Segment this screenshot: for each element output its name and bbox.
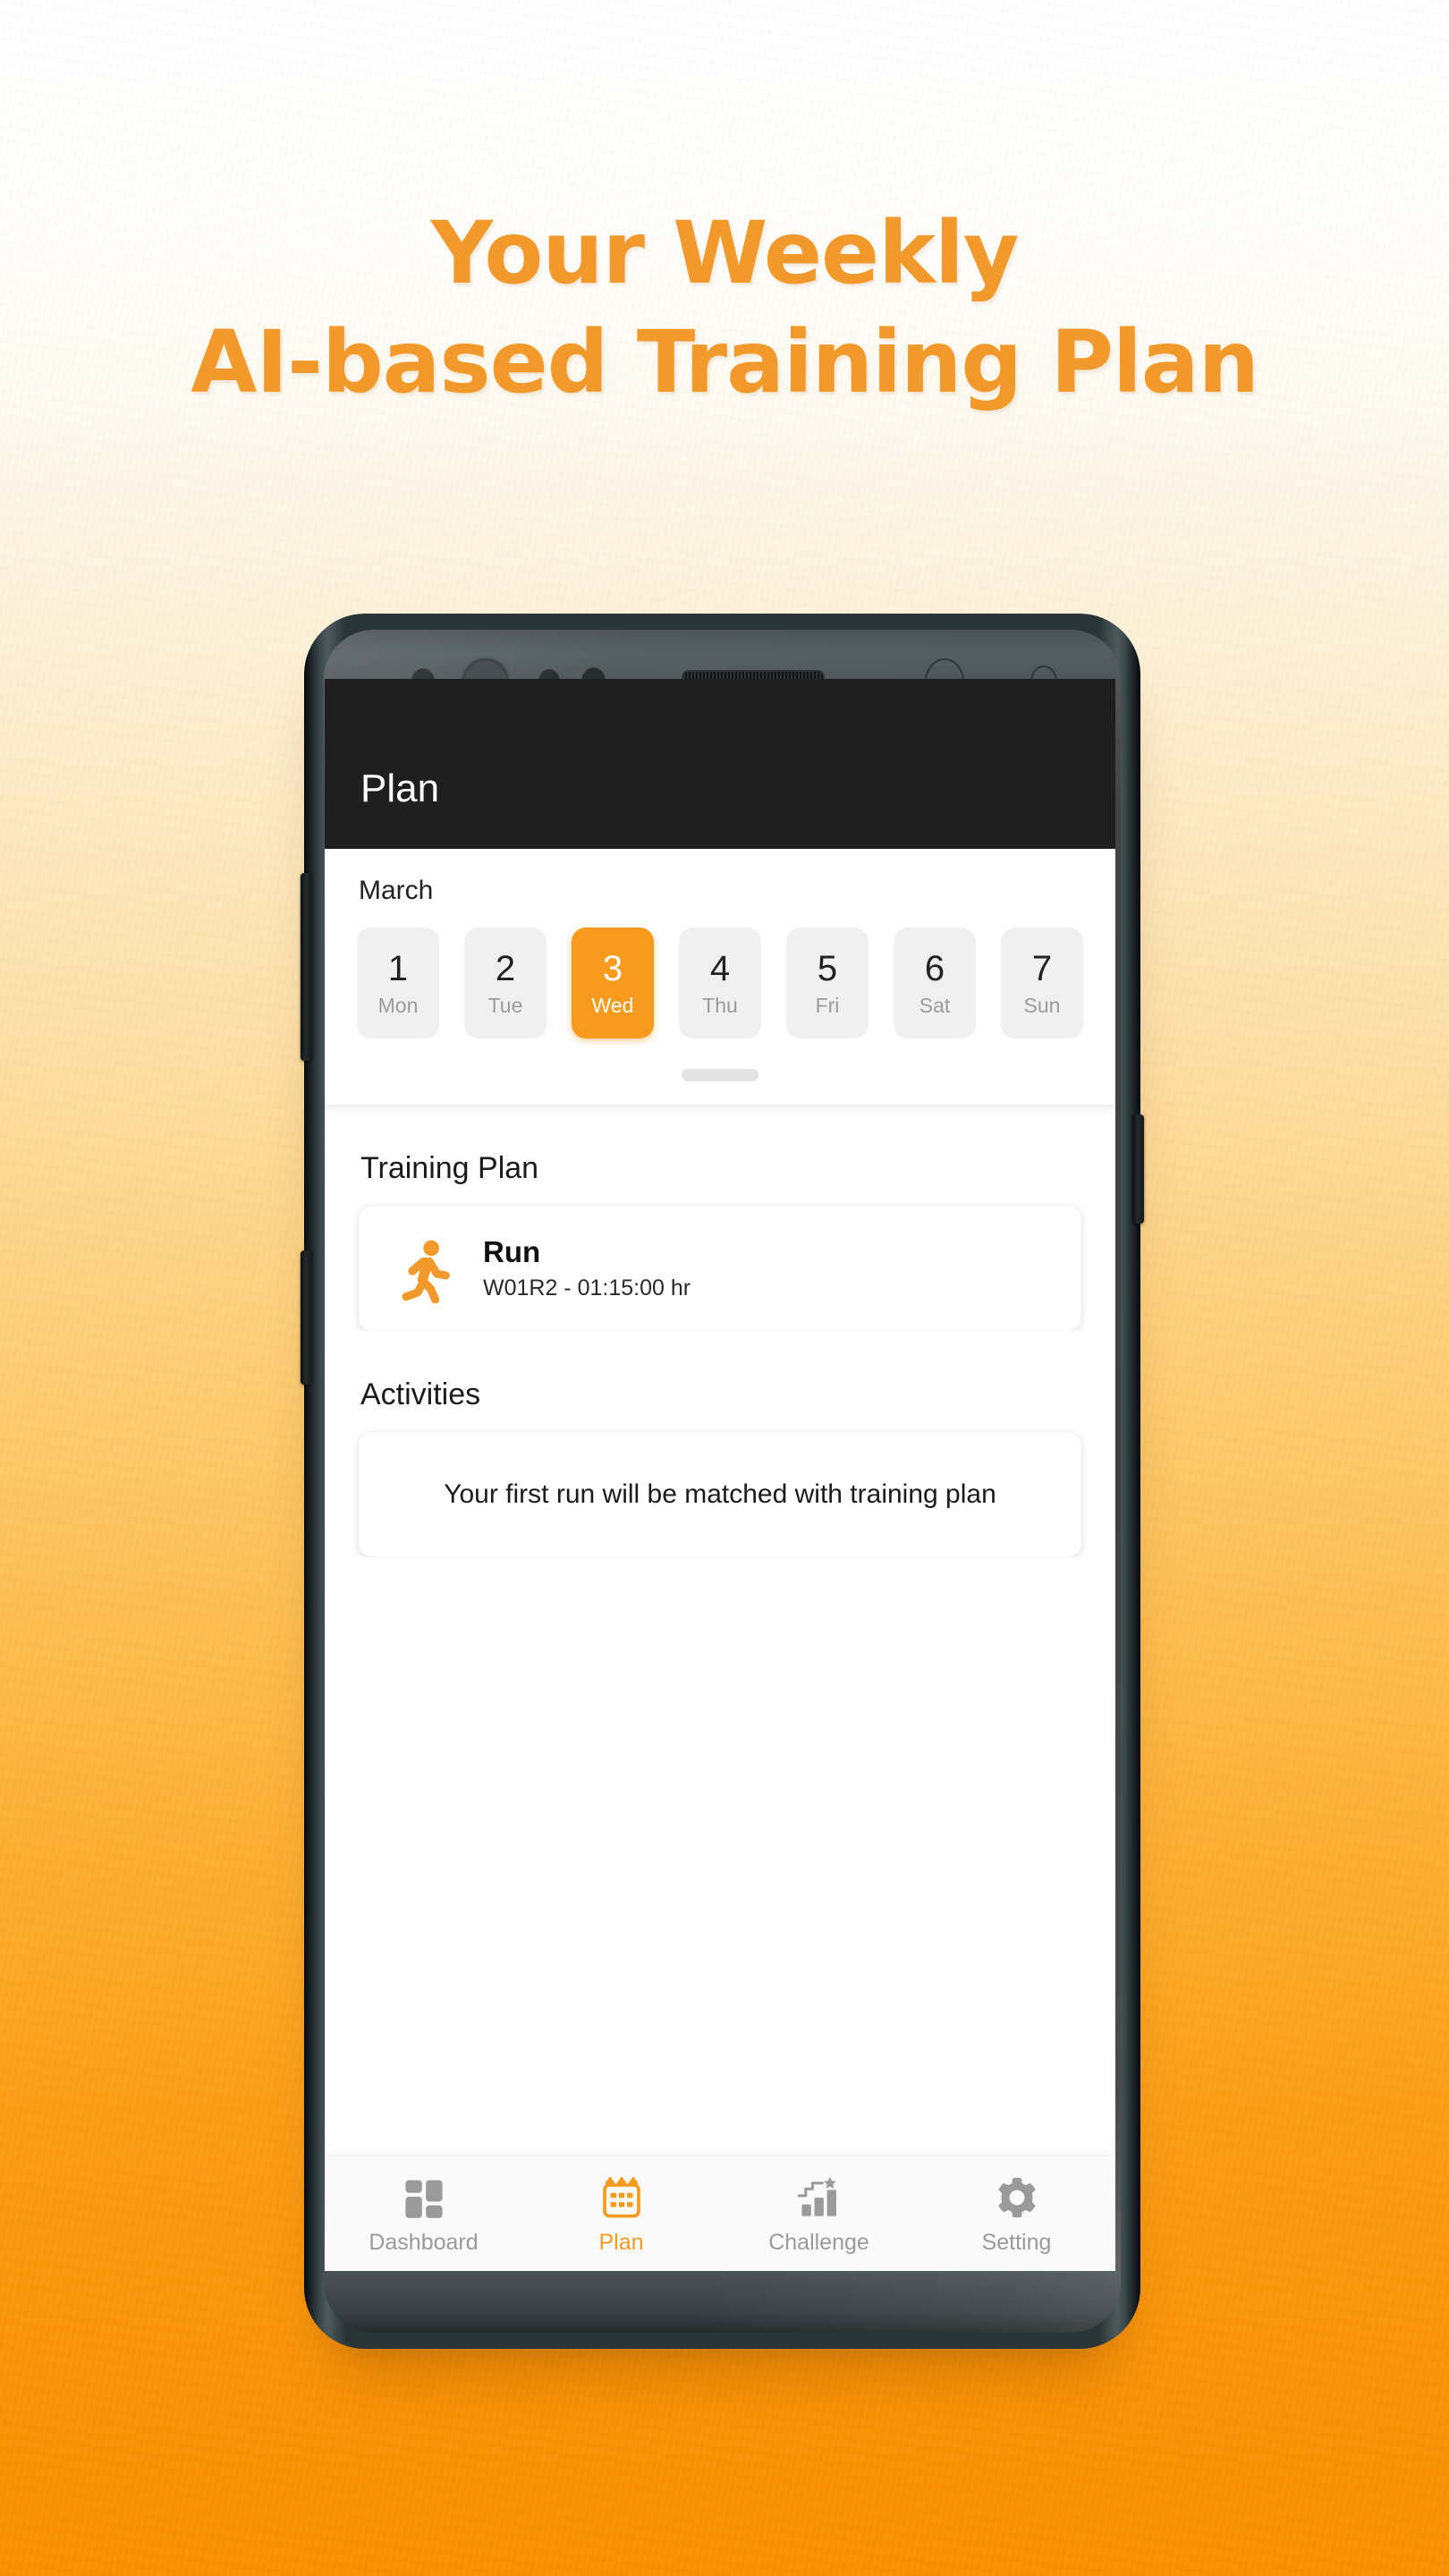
calendar-day-thu[interactable]: 4 Thu <box>679 928 761 1038</box>
training-plan-item-text: Run W01R2 - 01:15:00 hr <box>483 1237 691 1300</box>
volume-up-button[interactable] <box>301 873 312 1061</box>
calendar-day-weekday: Fri <box>815 993 840 1017</box>
calendar-day-number: 2 <box>495 948 516 988</box>
nav-tab-label: Dashboard <box>369 2229 479 2255</box>
drag-handle[interactable] <box>682 1069 758 1081</box>
calendar-day-fri[interactable]: 5 Fri <box>786 928 869 1038</box>
nav-tab-plan[interactable]: Plan <box>522 2157 720 2271</box>
calendar-day-weekday: Sun <box>1023 993 1061 1017</box>
phone-screen: Plan March 1 Mon 2 Tue 3 Wed 4 Thu 5 Fri… <box>325 679 1115 2271</box>
training-plan-item-title: Run <box>483 1235 541 1268</box>
nav-tab-dashboard[interactable]: Dashboard <box>325 2157 522 2271</box>
calendar-icon <box>598 2174 645 2221</box>
activities-empty-card: Your first run will be matched with trai… <box>359 1432 1081 1557</box>
training-plan-title: Training Plan <box>360 1151 539 1185</box>
volume-down-button[interactable] <box>301 1250 312 1385</box>
promo-headline: Your Weekly AI-based Training Plan <box>0 210 1449 405</box>
app-bar-title: Plan <box>360 767 440 810</box>
training-plan-item-subtitle: W01R2 - 01:15:00 hr <box>483 1275 691 1301</box>
nav-tab-challenge[interactable]: Challenge <box>720 2157 918 2271</box>
bar-chart-star-icon <box>796 2174 843 2221</box>
calendar-day-weekday: Wed <box>591 993 634 1017</box>
activities-title: Activities <box>360 1377 481 1411</box>
calendar-card: March 1 Mon 2 Tue 3 Wed 4 Thu 5 Fri 6 Sa… <box>325 849 1115 1105</box>
nav-tab-label: Plan <box>598 2229 644 2255</box>
calendar-day-weekday: Sat <box>919 993 951 1017</box>
bottom-navigation-bar: Dashboard Plan Challenge Setting <box>325 2157 1115 2271</box>
calendar-day-number: 5 <box>817 948 838 988</box>
calendar-day-weekday: Thu <box>702 993 738 1017</box>
calendar-day-mon[interactable]: 1 Mon <box>357 928 439 1038</box>
calendar-day-strip[interactable]: 1 Mon 2 Tue 3 Wed 4 Thu 5 Fri 6 Sat 7 Su… <box>325 906 1115 1038</box>
calendar-day-wed-selected[interactable]: 3 Wed <box>572 928 654 1038</box>
calendar-day-number: 1 <box>387 948 409 988</box>
power-button[interactable] <box>1132 1114 1144 1224</box>
training-plan-section: Training Plan Run W01R2 - 01:15:00 hr <box>325 1105 1115 1331</box>
calendar-day-number: 6 <box>924 948 945 988</box>
promo-headline-line2: AI-based Training Plan <box>191 312 1259 412</box>
calendar-day-tue[interactable]: 2 Tue <box>464 928 547 1038</box>
activities-section: Activities Your first run will be matche… <box>325 1331 1115 1557</box>
app-bar: Plan <box>325 679 1115 849</box>
dashboard-grid-icon <box>401 2174 447 2221</box>
nav-tab-setting[interactable]: Setting <box>918 2157 1115 2271</box>
training-plan-item[interactable]: Run W01R2 - 01:15:00 hr <box>359 1206 1081 1331</box>
gear-icon <box>994 2174 1040 2221</box>
content-filler <box>325 1557 1115 2157</box>
calendar-day-sun[interactable]: 7 Sun <box>1001 928 1083 1038</box>
nav-tab-label: Setting <box>981 2229 1052 2255</box>
calendar-day-number: 3 <box>602 948 623 988</box>
calendar-drag-row <box>325 1038 1115 1105</box>
calendar-day-number: 4 <box>709 948 731 988</box>
promo-headline-line1: Your Weekly <box>430 203 1020 303</box>
running-figure-icon <box>388 1233 458 1304</box>
calendar-day-number: 7 <box>1031 948 1053 988</box>
calendar-day-sat[interactable]: 6 Sat <box>894 928 976 1038</box>
activities-empty-message: Your first run will be matched with trai… <box>444 1479 996 1509</box>
calendar-month-label: March <box>359 876 434 905</box>
nav-tab-label: Challenge <box>768 2229 869 2255</box>
calendar-day-weekday: Tue <box>487 993 523 1017</box>
calendar-day-weekday: Mon <box>377 993 419 1017</box>
